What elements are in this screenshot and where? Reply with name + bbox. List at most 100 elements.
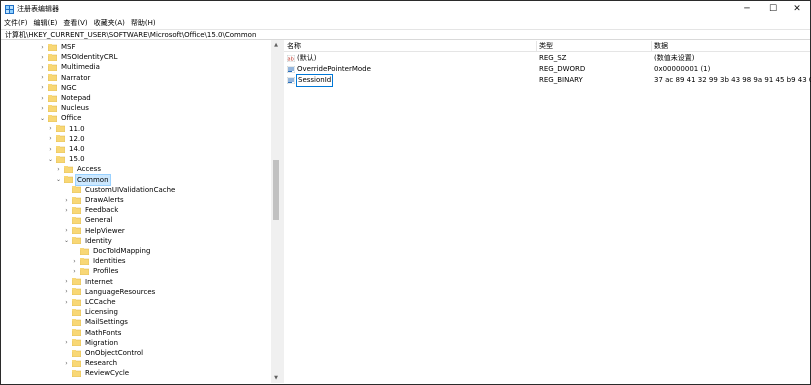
column-header-data[interactable]: 数据 — [654, 40, 668, 52]
chevron-right-icon[interactable]: › — [47, 134, 54, 144]
tree-item-label[interactable]: 14.0 — [68, 144, 86, 154]
tree-item[interactable]: ReviewCycle — [63, 368, 130, 378]
tree-item-label[interactable]: Internet — [84, 277, 114, 287]
column-header-name[interactable]: 名称 — [287, 40, 301, 52]
value-row[interactable]: ab (默认) REG_SZ (数值未设置) — [284, 53, 810, 64]
chevron-right-icon[interactable]: › — [39, 52, 46, 62]
tree-item[interactable]: General — [63, 215, 114, 225]
tree-item[interactable]: › Migration — [63, 338, 119, 348]
tree-item-label[interactable]: Licensing — [84, 307, 119, 317]
tree-item-label[interactable]: Migration — [84, 338, 119, 348]
tree-item-label[interactable]: MailSettings — [84, 317, 129, 327]
tree-item-label[interactable]: HelpViewer — [84, 226, 126, 236]
tree-item[interactable]: ⌄ Identity — [63, 236, 113, 246]
tree-item[interactable]: › HelpViewer — [63, 226, 126, 236]
value-name[interactable]: (默认) — [297, 53, 316, 64]
chevron-right-icon[interactable]: › — [39, 42, 46, 52]
tree-item[interactable]: › 11.0 — [47, 124, 86, 134]
tree-item-label[interactable]: LanguageResources — [84, 287, 156, 297]
tree-item[interactable]: › NGC — [39, 83, 78, 93]
tree-item-label[interactable]: 15.0 — [68, 154, 86, 164]
tree-item[interactable]: › MSOIdentityCRL — [39, 52, 118, 62]
chevron-right-icon[interactable]: › — [63, 277, 70, 287]
chevron-right-icon[interactable]: › — [39, 103, 46, 113]
tree-item[interactable]: MailSettings — [63, 317, 129, 327]
tree-item[interactable]: ⌄ 15.0 — [47, 154, 86, 164]
chevron-right-icon[interactable]: › — [55, 164, 62, 174]
tree-item[interactable]: › Narrator — [39, 73, 91, 83]
address-path[interactable]: 计算机\HKEY_CURRENT_USER\SOFTWARE\Microsoft… — [5, 31, 256, 39]
tree-item[interactable]: › Profiles — [71, 266, 119, 276]
tree-item-label[interactable]: General — [84, 215, 114, 225]
tree-item[interactable]: › Feedback — [63, 205, 119, 215]
chevron-right-icon[interactable]: › — [63, 195, 70, 205]
chevron-right-icon[interactable]: › — [47, 144, 54, 154]
tree-item[interactable]: › 12.0 — [47, 134, 86, 144]
menu-edit[interactable]: 编辑(E) — [31, 17, 61, 29]
tree-item-label[interactable]: Narrator — [60, 73, 91, 83]
chevron-down-icon[interactable]: ⌄ — [47, 154, 54, 164]
tree-item[interactable]: ⌄ Common — [55, 173, 111, 186]
chevron-right-icon[interactable]: › — [63, 338, 70, 348]
minimize-button[interactable]: ─ — [734, 1, 760, 17]
value-name-edit-field[interactable]: SessionId — [295, 74, 334, 87]
tree-item-label[interactable]: Research — [84, 358, 118, 368]
tree-item[interactable]: › LanguageResources — [63, 287, 156, 297]
tree-item[interactable]: › MSF — [39, 42, 77, 52]
tree-item-label[interactable]: Common — [75, 173, 111, 186]
chevron-right-icon[interactable]: › — [39, 93, 46, 103]
column-divider[interactable] — [536, 41, 537, 51]
address-bar[interactable]: 计算机\HKEY_CURRENT_USER\SOFTWARE\Microsoft… — [1, 29, 810, 40]
chevron-right-icon[interactable]: › — [47, 124, 54, 134]
chevron-right-icon[interactable]: › — [71, 256, 78, 266]
chevron-down-icon[interactable]: ⌄ — [39, 113, 46, 123]
scroll-down-arrow-icon[interactable]: ▼ — [271, 373, 281, 383]
value-row[interactable]: SessionId REG_BINARY 37 ac 89 41 32 99 3b … — [284, 74, 811, 87]
tree-item[interactable]: › DrawAlerts — [63, 195, 125, 205]
chevron-right-icon[interactable]: › — [39, 83, 46, 93]
tree-item-label[interactable]: MSOIdentityCRL — [60, 52, 118, 62]
value-name[interactable]: OverridePointerMode — [297, 64, 371, 75]
tree-item-label[interactable]: Office — [60, 113, 82, 123]
tree-item-label[interactable]: OnObjectControl — [84, 348, 144, 358]
tree-item[interactable]: › Internet — [63, 277, 114, 287]
tree-item-label[interactable]: Feedback — [84, 205, 119, 215]
tree-item-label[interactable]: Identities — [92, 256, 127, 266]
tree-item-label[interactable]: Notepad — [60, 93, 92, 103]
tree-item[interactable]: › Access — [55, 164, 102, 174]
tree-item[interactable]: › Identities — [71, 256, 127, 266]
chevron-right-icon[interactable]: › — [39, 73, 46, 83]
tree-item-label[interactable]: NGC — [60, 83, 78, 93]
chevron-right-icon[interactable]: › — [63, 226, 70, 236]
chevron-right-icon[interactable]: › — [63, 205, 70, 215]
menu-favorites[interactable]: 收藏夹(A) — [91, 17, 128, 29]
scroll-thumb[interactable] — [273, 160, 279, 220]
chevron-right-icon[interactable]: › — [71, 266, 78, 276]
tree-item[interactable]: › 14.0 — [47, 144, 86, 154]
tree-item-label[interactable]: MSF — [60, 42, 77, 52]
column-header-type[interactable]: 类型 — [539, 40, 553, 52]
scroll-up-arrow-icon[interactable]: ▲ — [271, 40, 281, 50]
tree-item-label[interactable]: 12.0 — [68, 134, 86, 144]
menu-help[interactable]: 帮助(H) — [128, 17, 159, 29]
tree-item[interactable]: DocToIdMapping — [71, 246, 151, 256]
close-button[interactable]: ✕ — [784, 1, 810, 17]
chevron-right-icon[interactable]: › — [63, 297, 70, 307]
tree-item[interactable]: MathFonts — [63, 328, 122, 338]
tree-item-label[interactable]: Identity — [84, 236, 113, 246]
tree-item-label[interactable]: ReviewCycle — [84, 368, 130, 378]
tree-item-label[interactable]: 11.0 — [68, 124, 86, 134]
menu-view[interactable]: 查看(V) — [60, 17, 90, 29]
tree-item[interactable]: › Notepad — [39, 93, 92, 103]
chevron-down-icon[interactable]: ⌄ — [55, 175, 62, 185]
tree-item[interactable]: › Research — [63, 358, 118, 368]
chevron-right-icon[interactable]: › — [39, 62, 46, 72]
tree-item-label[interactable]: Access — [76, 164, 102, 174]
tree-item[interactable]: › LCCache — [63, 297, 117, 307]
chevron-right-icon[interactable]: › — [63, 358, 70, 368]
value-row[interactable]: OverridePointerMode REG_DWORD 0x00000001 (… — [284, 64, 810, 75]
tree-item[interactable]: Licensing — [63, 307, 119, 317]
tree-item[interactable]: OnObjectControl — [63, 348, 144, 358]
menu-file[interactable]: 文件(F) — [1, 17, 31, 29]
tree-item-label[interactable]: Multimedia — [60, 62, 101, 72]
